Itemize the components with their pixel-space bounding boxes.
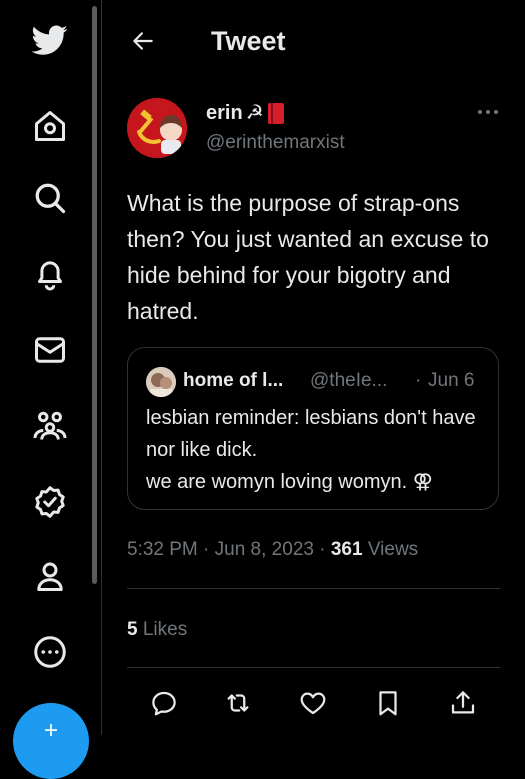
quoted-tweet-card[interactable]: home of l... @theIe... · Jun 6 lesbian r…: [127, 347, 499, 510]
views-count: 361: [330, 539, 363, 560]
home-icon[interactable]: [26, 102, 74, 150]
more-options-icon[interactable]: [473, 102, 503, 122]
divider: [127, 667, 500, 668]
likes-label: Likes: [137, 619, 188, 640]
search-icon[interactable]: [26, 174, 74, 222]
hammer-sickle-emoji: ☭: [245, 102, 264, 124]
tweet-timestamp[interactable]: 5:32 PM · Jun 8, 2023 ·: [127, 539, 331, 560]
like-icon[interactable]: [296, 686, 330, 720]
likes-count: 5: [127, 619, 138, 640]
quoted-separator: ·: [415, 370, 422, 391]
likes-stat[interactable]: 5 Likes: [127, 618, 187, 642]
retweet-icon[interactable]: [221, 686, 255, 720]
profile-icon[interactable]: [26, 552, 74, 600]
sidebar-scrollbar[interactable]: [92, 6, 97, 584]
sidebar-nav: +: [0, 0, 100, 779]
compose-plus-icon: +: [43, 717, 58, 744]
more-circle-icon[interactable]: [26, 628, 74, 676]
quoted-tweet-body: lesbian reminder: lesbians don't have no…: [146, 407, 476, 493]
bookmark-icon[interactable]: [371, 686, 405, 720]
views-label: Views: [362, 539, 419, 560]
display-name-text: erin: [206, 102, 243, 124]
quoted-author-avatar: [146, 367, 176, 397]
quoted-date: Jun 6: [428, 370, 475, 391]
share-icon[interactable]: [446, 686, 480, 720]
reply-icon[interactable]: [147, 686, 181, 720]
tweet-meta: 5:32 PM · Jun 8, 2023 · 361 Views: [127, 538, 418, 562]
red-book-emoji: [267, 102, 284, 124]
quoted-author-name: home of l...: [183, 370, 284, 391]
author-avatar[interactable]: [127, 98, 187, 158]
author-display-name[interactable]: erin ☭: [206, 100, 284, 126]
mail-icon[interactable]: [26, 326, 74, 374]
author-handle[interactable]: @erinthemarxist: [206, 131, 345, 155]
communities-icon[interactable]: [26, 402, 74, 450]
page-title: Tweet: [211, 26, 286, 56]
twitter-logo-icon[interactable]: [26, 16, 74, 64]
back-arrow-icon[interactable]: [126, 24, 160, 58]
tweet-detail-column: Tweet erin ☭ @erinthemarxist What is the …: [102, 0, 525, 735]
verified-icon[interactable]: [26, 478, 74, 526]
divider: [127, 588, 500, 589]
tweet-body: What is the purpose of strap-ons then? Y…: [127, 190, 489, 324]
bell-icon[interactable]: [26, 250, 74, 298]
quoted-author-handle: @theIe...: [310, 370, 388, 391]
compose-tweet-button[interactable]: +: [13, 703, 89, 779]
